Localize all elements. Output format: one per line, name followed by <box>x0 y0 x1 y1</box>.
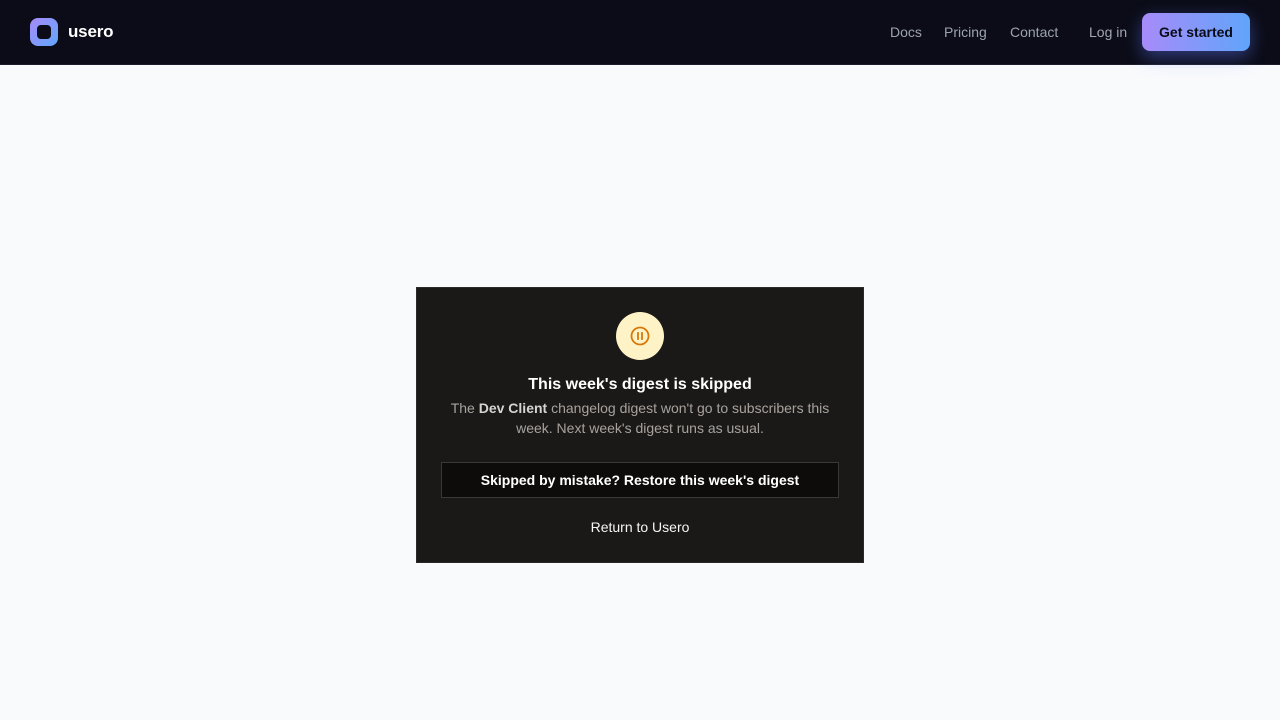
brand-name: usero <box>68 22 114 41</box>
top-navigation-bar: usero Docs Pricing Contact Log in Get st… <box>0 0 1280 65</box>
card-description: The Dev Client changelog digest won't go… <box>441 398 839 438</box>
usero-logo-icon <box>30 18 58 46</box>
nav-link-contact[interactable]: Contact <box>1010 24 1058 41</box>
login-link[interactable]: Log in <box>1089 24 1127 41</box>
pause-circle-icon-svg <box>630 326 650 346</box>
get-started-button[interactable]: Get started <box>1142 13 1250 51</box>
description-prefix: The <box>450 400 475 416</box>
nav-link-docs[interactable]: Docs <box>890 24 922 41</box>
return-to-usero-link[interactable]: Return to Usero <box>417 518 863 536</box>
card-title: This week's digest is skipped <box>528 376 752 393</box>
project-name: Dev Client <box>478 400 548 416</box>
digest-skipped-card: This week's digest is skipped The Dev Cl… <box>416 287 864 563</box>
nav-link-pricing[interactable]: Pricing <box>944 24 987 41</box>
description-suffix: changelog digest won't go to subscribers… <box>516 400 830 436</box>
restore-digest-button[interactable]: Skipped by mistake? Restore this week's … <box>441 462 839 498</box>
pause-circle-icon <box>616 312 664 360</box>
logo-inner-square <box>37 25 51 39</box>
brand-link[interactable]: usero <box>30 18 113 46</box>
